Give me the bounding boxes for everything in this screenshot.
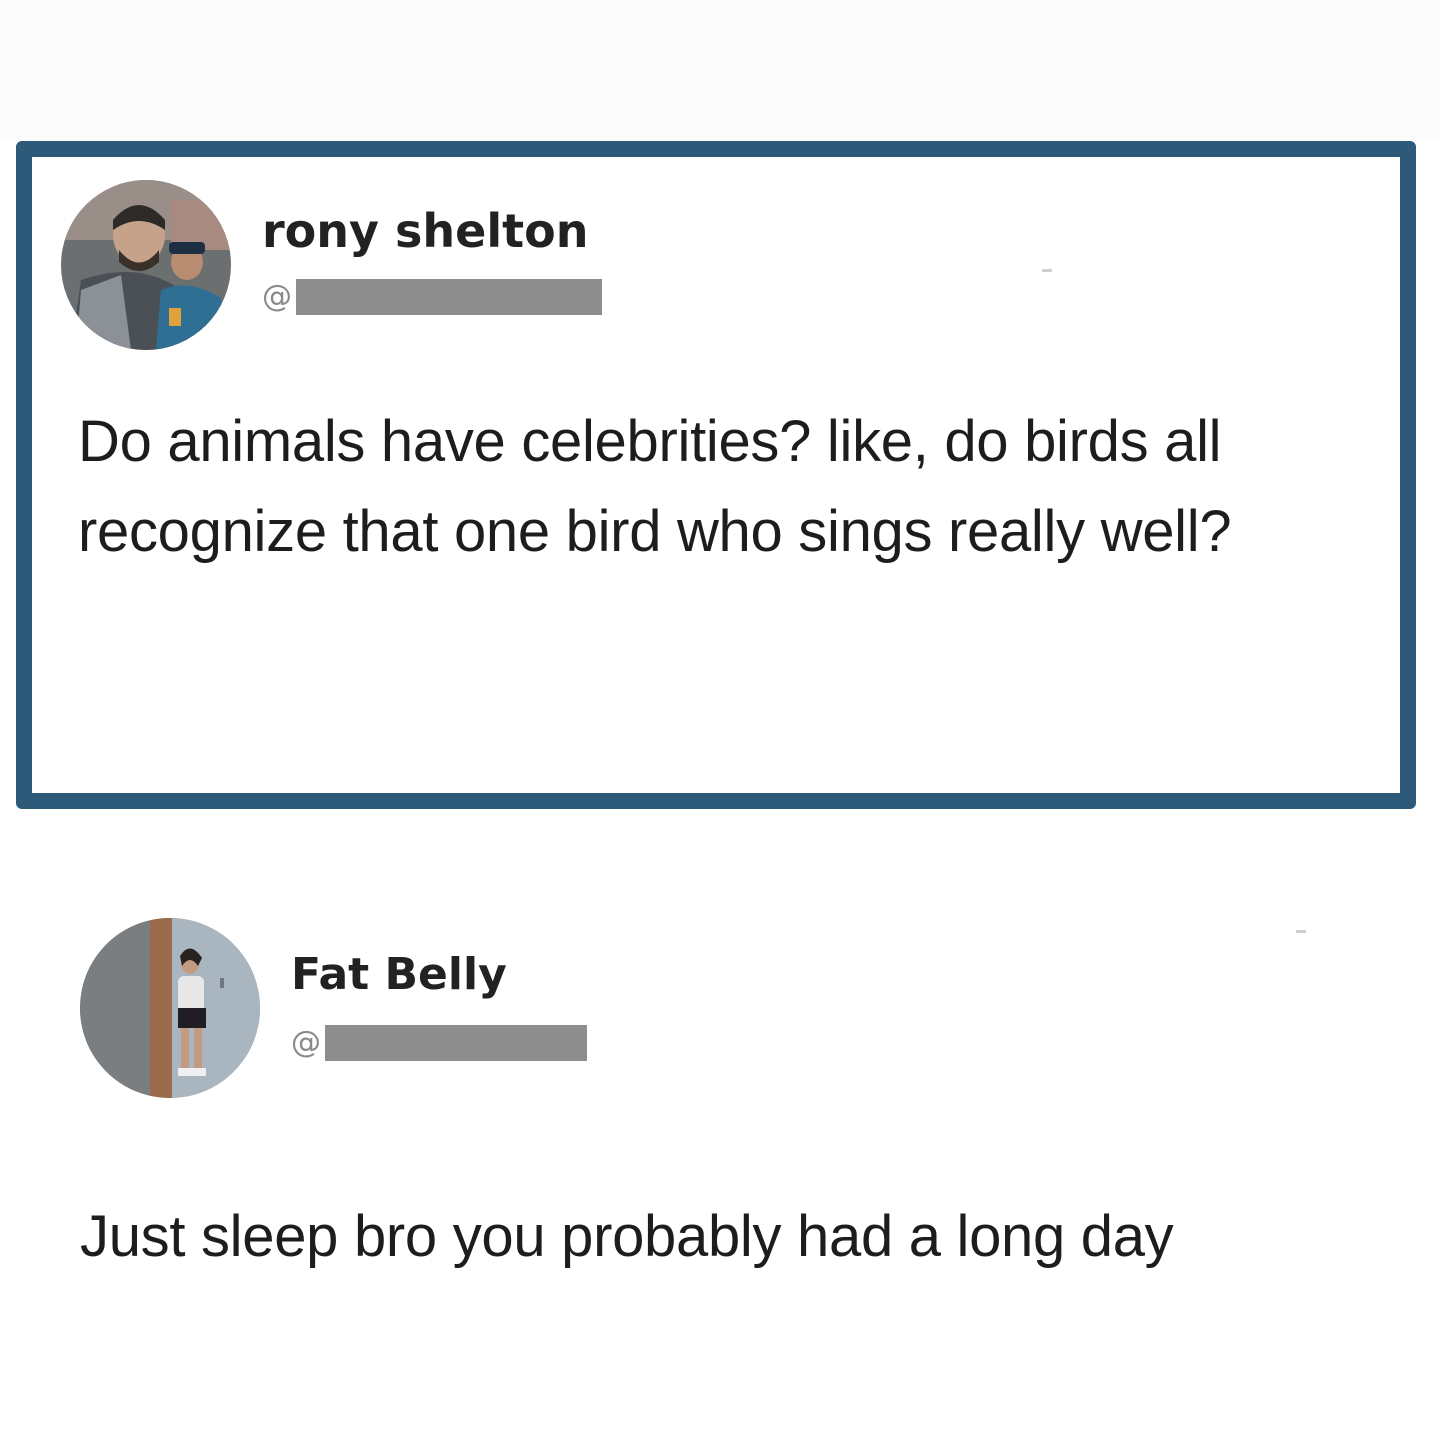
user-handle[interactable]: @ bbox=[262, 277, 602, 317]
avatar-photo-icon bbox=[61, 180, 231, 350]
display-name[interactable]: rony shelton bbox=[262, 208, 588, 254]
avatar[interactable] bbox=[80, 918, 260, 1098]
handle-redaction bbox=[296, 279, 602, 315]
post-text: Just sleep bro you probably had a long d… bbox=[80, 1204, 1174, 1269]
divider-mark bbox=[1296, 930, 1306, 933]
avatar[interactable] bbox=[61, 180, 231, 350]
handle-redaction bbox=[325, 1025, 587, 1061]
top-background bbox=[0, 0, 1440, 140]
avatar-photo-icon bbox=[80, 918, 260, 1098]
handle-at-sign: @ bbox=[262, 279, 292, 314]
divider-mark bbox=[1042, 269, 1052, 272]
display-name[interactable]: Fat Belly bbox=[291, 953, 507, 997]
user-handle[interactable]: @ bbox=[291, 1023, 587, 1063]
post-text: Do animals have celebrities? like, do bi… bbox=[78, 409, 1232, 564]
handle-at-sign: @ bbox=[291, 1025, 321, 1060]
